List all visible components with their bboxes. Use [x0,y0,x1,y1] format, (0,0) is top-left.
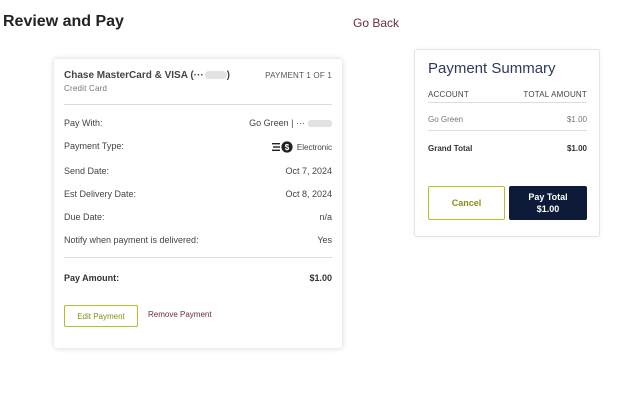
pay-total-amount: $1.00 [536,204,560,214]
electronic-payment-icon: $ [271,141,294,153]
page-title: Review and Pay [3,13,124,30]
detail-label: Payment Type: [64,141,124,151]
pay-amount-value: $1.00 [309,273,332,283]
funding-account-type: Credit Card [64,84,108,93]
funding-account-suffix: ) [226,70,231,81]
grand-total-label: Grand Total [428,144,473,153]
detail-row-payment-type: Payment Type: $ Electronic [64,141,332,155]
grand-total-value: $1.00 [566,144,587,153]
payment-type-value: Electronic [296,142,332,152]
header-divider [64,104,332,105]
amount-divider [64,257,332,258]
masked-account-number [204,71,227,80]
payment-card-header: Chase MasterCard & VISA (···) Credit Car… [64,70,332,104]
detail-row-send-date: Send Date: Oct 7, 2024 [64,166,332,180]
funding-account-label: Chase MasterCard & VISA (··· [64,70,204,81]
detail-label: Pay With: [64,118,103,128]
remove-payment-link[interactable]: Remove Payment [148,310,212,319]
detail-value: Oct 8, 2024 [285,189,332,199]
detail-row-notify: Notify when payment is delivered: Yes [64,235,332,249]
detail-row-delivery-date: Est Delivery Date: Oct 8, 2024 [64,189,332,203]
payment-counter: PAYMENT 1 OF 1 [265,71,332,80]
detail-label: Due Date: [64,212,105,222]
detail-label: Est Delivery Date: [64,189,137,199]
pay-total-label: Pay Total [528,192,568,202]
summary-column-headers: ACCOUNT TOTAL AMOUNT [428,90,587,99]
detail-row-pay-with: Pay With: Go Green | ··· [64,118,332,132]
summary-item-divider [428,130,587,131]
detail-label: Send Date: [64,166,110,176]
funding-account-name: Chase MasterCard & VISA (···) [64,70,230,81]
summary-item-account: Go Green [428,115,464,124]
svg-text:$: $ [285,143,290,152]
payment-summary-card: Payment Summary ACCOUNT TOTAL AMOUNT Go … [414,49,600,237]
pay-amount-row: Pay Amount: $1.00 [64,273,332,287]
payee-account-name: Go Green | ··· [249,118,305,128]
detail-value: Yes [317,235,332,245]
cancel-button[interactable]: Cancel [428,186,505,220]
grand-total-row: Grand Total $1.00 [428,144,587,153]
pay-total-button[interactable]: Pay Total $1.00 [509,186,587,220]
detail-value: Oct 7, 2024 [285,166,332,176]
summary-item-amount: $1.00 [566,115,587,124]
account-column-header: ACCOUNT [428,90,469,99]
detail-value: n/a [319,212,332,222]
summary-item-row: Go Green $1.00 [428,115,587,124]
go-back-link[interactable]: Go Back [353,16,399,30]
summary-header-divider [428,102,587,103]
masked-payee-number [308,119,332,127]
detail-value: $ Electronic [271,141,332,153]
edit-payment-button[interactable]: Edit Payment [64,305,138,327]
payment-card: Chase MasterCard & VISA (···) Credit Car… [54,59,342,348]
detail-row-due-date: Due Date: n/a [64,212,332,226]
pay-amount-label: Pay Amount: [64,273,120,283]
detail-value: Go Green | ··· [249,118,332,128]
summary-title: Payment Summary [428,60,556,77]
detail-label: Notify when payment is delivered: [64,235,199,245]
total-amount-column-header: TOTAL AMOUNT [523,90,587,99]
